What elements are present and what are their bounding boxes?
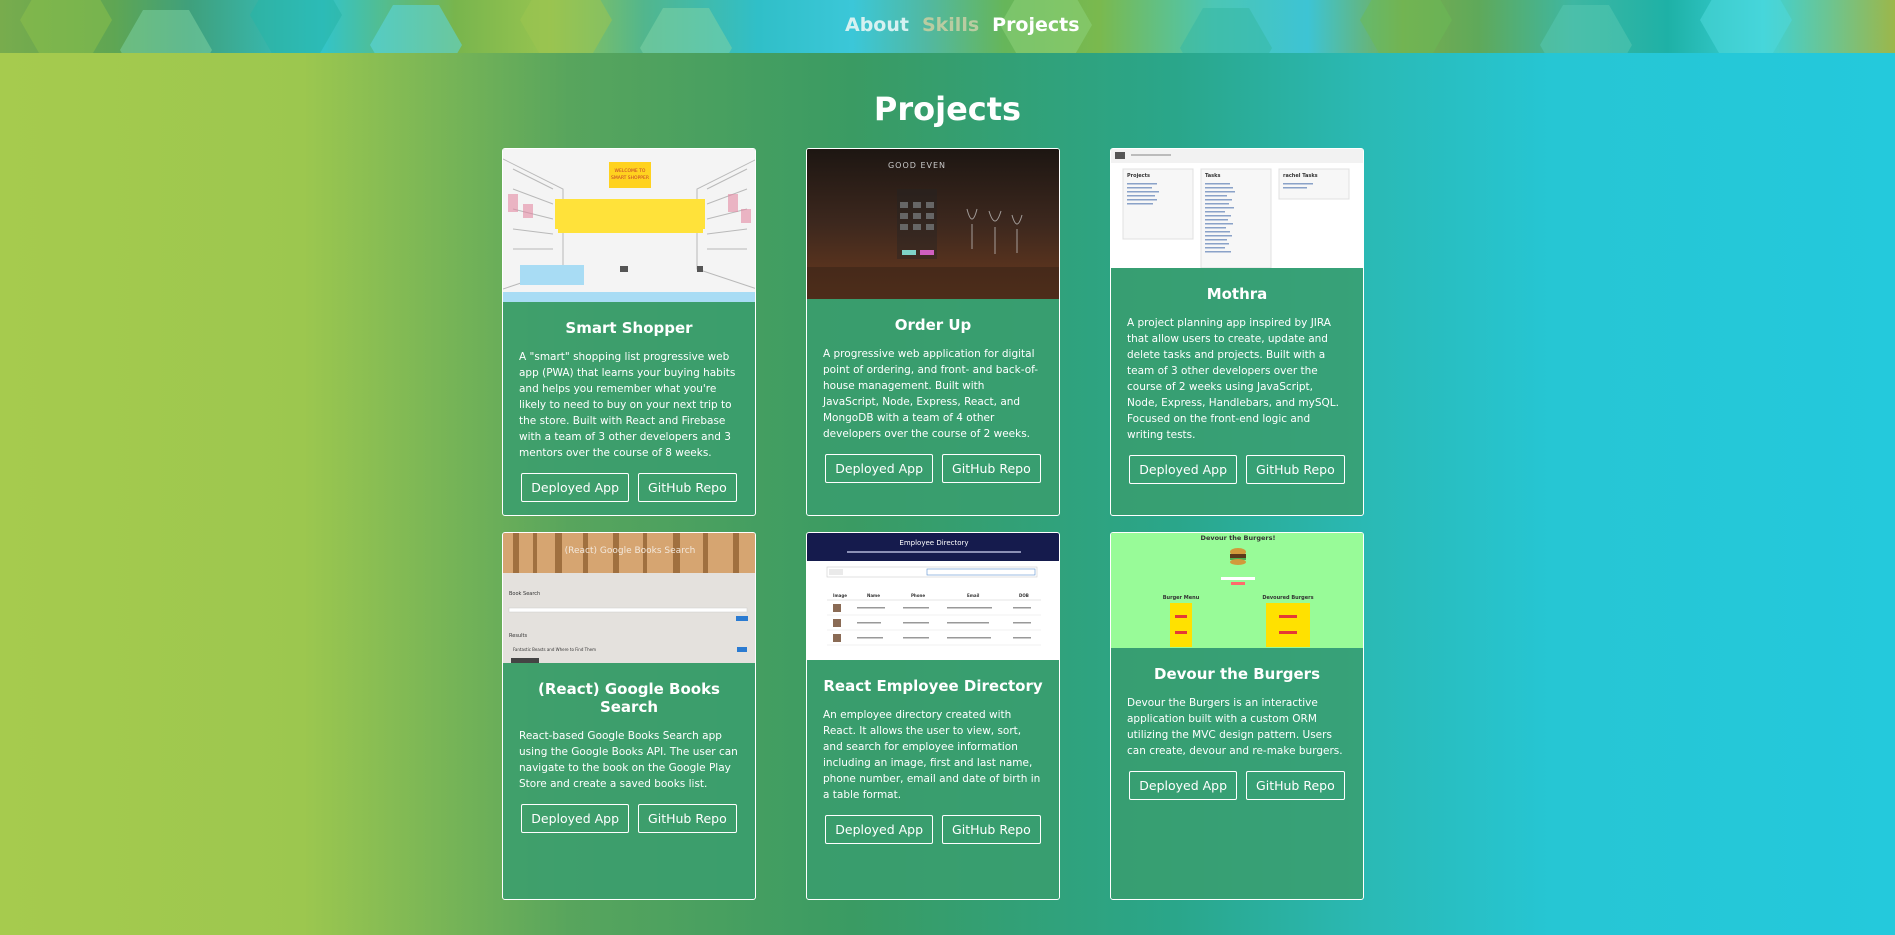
project-description: A progressive web application for digita… <box>823 348 1039 440</box>
hex-decoration <box>20 0 112 53</box>
top-navbar: About Skills Projects <box>0 0 1895 53</box>
hex-decoration <box>640 8 732 53</box>
card-body: Order Up A progressive web application f… <box>807 316 1059 483</box>
empdir-col-email: Email <box>967 593 980 598</box>
nav-about-link[interactable]: About <box>845 14 909 36</box>
books-result-item: Fantastic Beasts and Where to Find Them <box>513 647 596 652</box>
github-repo-button[interactable]: GitHub Repo <box>638 473 737 502</box>
project-card-devour-burgers: Devour the Burgers! Burger Menu Devoured… <box>1110 532 1364 900</box>
project-card-mothra: Projects Tasks rachel Tasks Mothra A pro… <box>1110 148 1364 516</box>
main-nav: About Skills Projects <box>845 14 1080 36</box>
books-banner: (React) Google Books Search <box>565 546 696 556</box>
project-screenshot: WELCOME TO SMART SHOPPER <box>503 149 755 302</box>
deployed-app-button[interactable]: Deployed App <box>1129 455 1238 484</box>
mothra-col-projects: Projects <box>1127 173 1150 179</box>
nav-projects-link[interactable]: Projects <box>992 14 1079 36</box>
project-screenshot: Employee Directory Image Name Phone Emai… <box>807 533 1059 660</box>
burgers-devoured: Devoured Burgers <box>1262 595 1313 601</box>
deployed-app-button[interactable]: Deployed App <box>825 454 934 483</box>
project-card-order-up: GOOD EVEN Order Up A progressive web app… <box>806 148 1060 516</box>
project-links: Deployed App GitHub Repo <box>1127 455 1347 484</box>
project-title: Devour the Burgers <box>1154 665 1320 683</box>
project-links: Deployed App GitHub Repo <box>823 454 1043 483</box>
empdir-col-name: Name <box>867 593 880 598</box>
project-description: Devour the Burgers is an interactive app… <box>1127 697 1343 757</box>
hex-decoration <box>520 0 612 53</box>
employee-directory-screenshot: Employee Directory Image Name Phone Emai… <box>807 533 1059 660</box>
github-repo-button[interactable]: GitHub Repo <box>1246 455 1345 484</box>
project-description: An employee directory created with React… <box>823 709 1041 801</box>
card-body: Smart Shopper A "smart" shopping list pr… <box>503 319 755 502</box>
hex-decoration <box>1700 0 1792 53</box>
hex-decoration <box>250 0 342 53</box>
nav-skills-link[interactable]: Skills <box>922 14 979 36</box>
github-repo-button[interactable]: GitHub Repo <box>1246 771 1345 800</box>
project-links: Deployed App GitHub Repo <box>519 804 739 833</box>
project-description: A "smart" shopping list progressive web … <box>519 351 736 459</box>
project-links: Deployed App GitHub Repo <box>1127 771 1347 800</box>
github-repo-button[interactable]: GitHub Repo <box>638 804 737 833</box>
project-title: Smart Shopper <box>565 319 693 337</box>
hex-decoration <box>1360 0 1452 53</box>
project-card-google-books: (React) Google Books Search Book Search … <box>502 532 756 900</box>
card-body: Devour the Burgers Devour the Burgers is… <box>1111 665 1363 800</box>
project-screenshot: Projects Tasks rachel Tasks <box>1111 149 1363 268</box>
project-card-smart-shopper: WELCOME TO SMART SHOPPER Smart Shopper A… <box>502 148 756 516</box>
deployed-app-button[interactable]: Deployed App <box>521 804 630 833</box>
project-links: Deployed App GitHub Repo <box>823 815 1043 844</box>
hex-decoration <box>370 5 462 53</box>
project-description: React-based Google Books Search app usin… <box>519 730 738 790</box>
burgers-menu: Burger Menu <box>1163 595 1200 601</box>
mothra-col-tasks: Tasks <box>1205 173 1220 179</box>
page-title: Projects <box>873 90 1022 128</box>
empdir-col-dob: DOB <box>1019 593 1029 598</box>
books-results: Results <box>509 633 527 639</box>
github-repo-button[interactable]: GitHub Repo <box>942 454 1041 483</box>
deployed-app-button[interactable]: Deployed App <box>1129 771 1238 800</box>
smart-shopper-screenshot: WELCOME TO SMART SHOPPER <box>503 149 755 302</box>
google-books-screenshot: (React) Google Books Search Book Search … <box>503 533 755 663</box>
github-repo-button[interactable]: GitHub Repo <box>942 815 1041 844</box>
empdir-col-phone: Phone <box>911 593 925 598</box>
welcome-line2: SMART SHOPPER <box>611 175 649 181</box>
devour-burgers-screenshot: Devour the Burgers! Burger Menu Devoured… <box>1111 533 1363 648</box>
empdir-col-image: Image <box>833 593 847 598</box>
project-title: Mothra <box>1206 285 1268 303</box>
card-body: Mothra A project planning app inspired b… <box>1111 285 1363 484</box>
project-card-employee-directory: Employee Directory Image Name Phone Emai… <box>806 532 1060 900</box>
welcome-line1: WELCOME TO <box>615 168 646 174</box>
empdir-header: Employee Directory <box>899 539 968 547</box>
deployed-app-button[interactable]: Deployed App <box>521 473 630 502</box>
project-description: A project planning app inspired by JIRA … <box>1127 317 1339 441</box>
mothra-col-rachel-tasks: rachel Tasks <box>1283 173 1318 179</box>
project-title: Order Up <box>894 316 972 334</box>
order-up-sign: GOOD EVEN <box>888 161 946 170</box>
card-body: React Employee Directory An employee dir… <box>807 677 1059 844</box>
card-body: (React) Google Books Search React-based … <box>503 680 755 833</box>
project-screenshot: GOOD EVEN <box>807 149 1059 299</box>
hex-decoration <box>1180 8 1272 53</box>
deployed-app-button[interactable]: Deployed App <box>825 815 934 844</box>
mothra-screenshot: Projects Tasks rachel Tasks <box>1111 149 1363 268</box>
books-section: Book Search <box>509 591 540 597</box>
project-screenshot: Devour the Burgers! Burger Menu Devoured… <box>1111 533 1363 648</box>
project-links: Deployed App GitHub Repo <box>519 473 739 502</box>
project-title: React Employee Directory <box>823 677 1043 695</box>
hex-decoration <box>1540 5 1632 53</box>
burgers-header: Devour the Burgers! <box>1201 534 1276 542</box>
project-title: (React) Google Books Search <box>538 680 720 716</box>
project-screenshot: (React) Google Books Search Book Search … <box>503 533 755 663</box>
hex-decoration <box>120 10 212 53</box>
order-up-screenshot: GOOD EVEN <box>807 149 1059 299</box>
